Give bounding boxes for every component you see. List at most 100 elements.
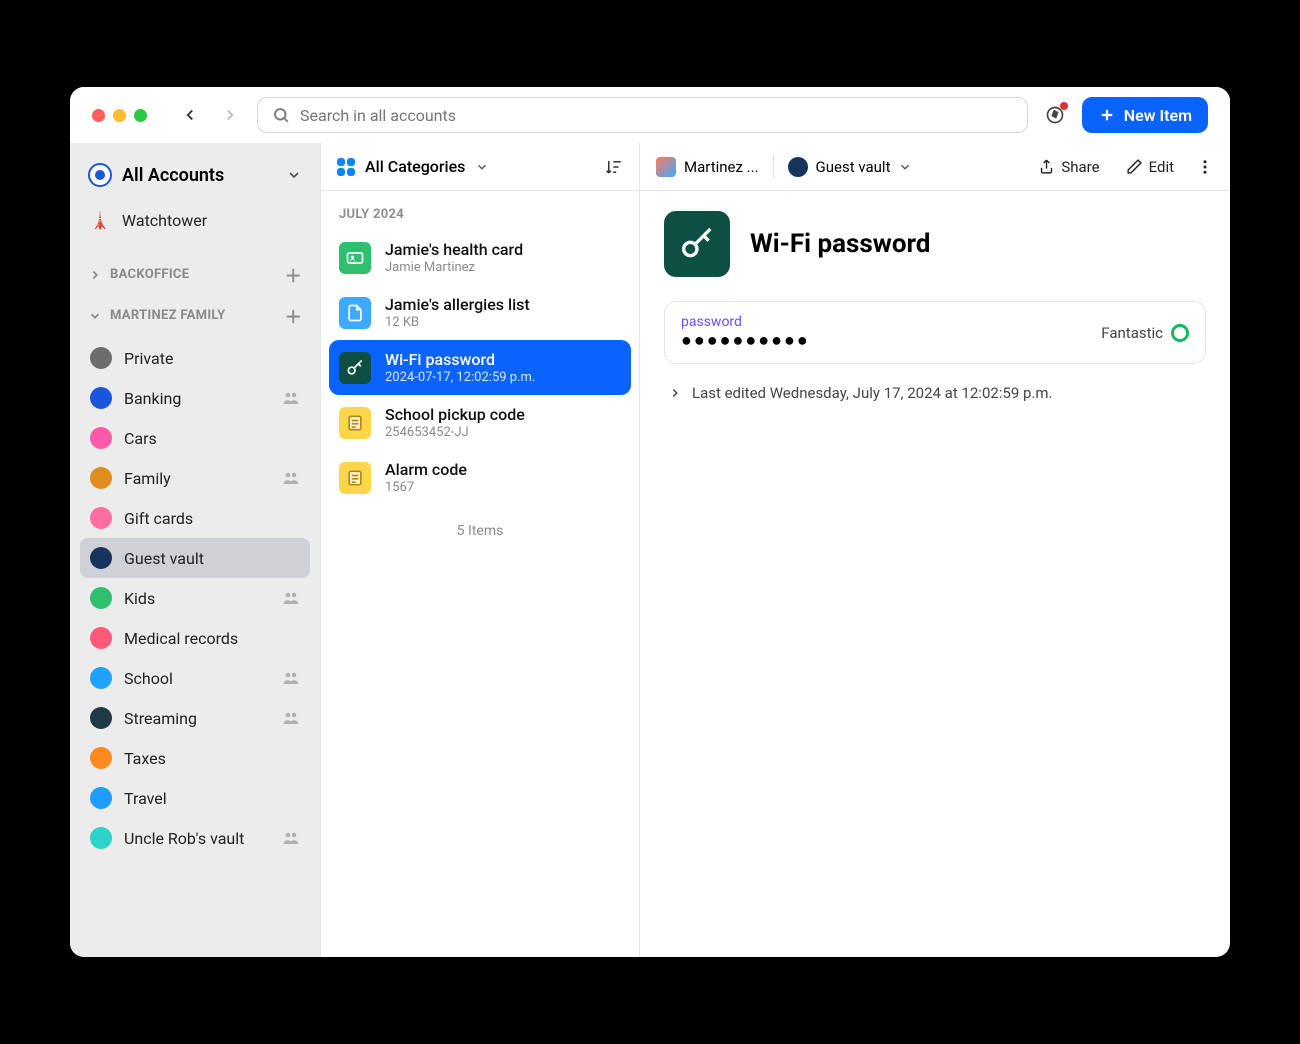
vault-name: Uncle Rob's vault [124, 829, 270, 848]
item-subtitle: 2024-07-17, 12:02:59 p.m. [385, 370, 535, 385]
document-icon [339, 297, 371, 329]
list-item[interactable]: Alarm code 1567 [329, 450, 631, 505]
maximize-window-icon[interactable] [134, 109, 147, 122]
vault-travel[interactable]: Travel [80, 778, 310, 818]
vault-icon [90, 707, 112, 729]
more-vertical-icon [1196, 158, 1214, 176]
list-item[interactable]: Wi-Fi password 2024-07-17, 12:02:59 p.m. [329, 340, 631, 395]
vault-streaming[interactable]: Streaming [80, 698, 310, 738]
watchtower-link[interactable]: 🗼 Watchtower [80, 203, 310, 238]
item-title: Wi-Fi password [750, 229, 930, 259]
strength-label: Fantastic [1101, 324, 1163, 342]
field-value: ●●●●●●●●●● [681, 330, 1101, 351]
vault-icon [90, 427, 112, 449]
section-backoffice[interactable]: BACKOFFICE ＋ [80, 254, 310, 295]
edit-button[interactable]: Edit [1126, 158, 1174, 176]
last-edited-text: Last edited Wednesday, July 17, 2024 at … [692, 384, 1053, 402]
account-selector[interactable]: All Accounts [80, 157, 310, 193]
more-button[interactable] [1196, 158, 1214, 176]
new-item-button[interactable]: New Item [1082, 97, 1208, 133]
new-item-label: New Item [1124, 106, 1192, 125]
search-field[interactable] [257, 97, 1028, 133]
vault-name: Guest vault [124, 549, 300, 568]
share-label: Share [1061, 158, 1099, 176]
breadcrumb-account[interactable]: Martinez ... [656, 157, 759, 177]
item-title: Jamie's health card [385, 240, 523, 259]
list-item[interactable]: Jamie's health card Jamie Martinez [329, 230, 631, 285]
note-icon [339, 462, 371, 494]
vault-name: Medical records [124, 629, 300, 648]
sort-icon[interactable] [605, 158, 623, 176]
add-vault-martinez[interactable]: ＋ [285, 303, 302, 328]
shared-icon [282, 589, 300, 607]
breadcrumb-vault-label: Guest vault [816, 158, 891, 176]
section-label: MARTINEZ FAMILY [110, 308, 225, 323]
vault-icon [90, 387, 112, 409]
vault-private[interactable]: Private [80, 338, 310, 378]
window-controls [92, 109, 147, 122]
vault-name: Streaming [124, 709, 270, 728]
list-item[interactable]: Jamie's allergies list 12 KB [329, 285, 631, 340]
nav-back-button[interactable] [177, 102, 203, 128]
vault-gift-cards[interactable]: Gift cards [80, 498, 310, 538]
vault-school[interactable]: School [80, 658, 310, 698]
category-selector[interactable]: All Categories [365, 157, 465, 176]
vault-icon [90, 347, 112, 369]
vault-family[interactable]: Family [80, 458, 310, 498]
search-input[interactable] [300, 106, 1013, 125]
add-vault-backoffice[interactable]: ＋ [285, 262, 302, 287]
vault-kids[interactable]: Kids [80, 578, 310, 618]
vault-icon [90, 587, 112, 609]
vault-icon [90, 747, 112, 769]
vault-name: Private [124, 349, 300, 368]
note-icon [339, 407, 371, 439]
share-icon [1038, 158, 1055, 175]
chevron-down-icon [88, 309, 102, 323]
password-strength: Fantastic [1101, 324, 1189, 342]
nav-forward-button[interactable] [217, 102, 243, 128]
chevron-right-icon [668, 386, 682, 400]
vault-name: Cars [124, 429, 300, 448]
main-body: All Accounts 🗼 Watchtower BACKOFFICE ＋ M… [70, 143, 1230, 957]
key-icon [677, 224, 717, 264]
detail-pane: Martinez ... Guest vault Share Edit [640, 143, 1230, 957]
item-title: Wi-Fi password [385, 350, 535, 369]
password-field[interactable]: password ●●●●●●●●●● Fantastic [664, 301, 1206, 364]
item-subtitle: Jamie Martinez [385, 260, 523, 275]
last-edited-row[interactable]: Last edited Wednesday, July 17, 2024 at … [664, 384, 1206, 402]
item-title: Jamie's allergies list [385, 295, 530, 314]
month-header: JULY 2024 [321, 191, 639, 230]
separator [773, 156, 774, 178]
detail-header: Martinez ... Guest vault Share Edit [640, 143, 1230, 191]
item-subtitle: 254653452-JJ [385, 425, 525, 440]
section-martinez[interactable]: MARTINEZ FAMILY ＋ [80, 295, 310, 336]
item-subtitle: 12 KB [385, 315, 530, 330]
item-subtitle: 1567 [385, 480, 467, 495]
minimize-window-icon[interactable] [113, 109, 126, 122]
share-button[interactable]: Share [1038, 158, 1099, 176]
list-item[interactable]: School pickup code 254653452-JJ [329, 395, 631, 450]
items-container: Jamie's health card Jamie Martinez Jamie… [321, 230, 639, 505]
shared-icon [282, 669, 300, 687]
notifications-button[interactable] [1042, 102, 1068, 128]
vault-cars[interactable]: Cars [80, 418, 310, 458]
app-window: New Item All Accounts 🗼 Watchtower BACKO… [70, 87, 1230, 957]
shared-icon [282, 829, 300, 847]
vault-name: School [124, 669, 270, 688]
breadcrumb-account-label: Martinez ... [684, 158, 759, 176]
vault-icon [90, 507, 112, 529]
section-label: BACKOFFICE [110, 267, 189, 282]
vault-medical-records[interactable]: Medical records [80, 618, 310, 658]
key-icon [339, 352, 371, 384]
breadcrumb-vault[interactable]: Guest vault [788, 157, 913, 177]
vault-banking[interactable]: Banking [80, 378, 310, 418]
vault-list: Private Banking Cars Family Gift cards G… [80, 338, 310, 858]
shared-icon [282, 709, 300, 727]
vault-taxes[interactable]: Taxes [80, 738, 310, 778]
close-window-icon[interactable] [92, 109, 105, 122]
vault-icon [90, 467, 112, 489]
shared-icon [282, 389, 300, 407]
vault-icon [90, 827, 112, 849]
vault-uncle-rob-s-vault[interactable]: Uncle Rob's vault [80, 818, 310, 858]
vault-guest-vault[interactable]: Guest vault [80, 538, 310, 578]
